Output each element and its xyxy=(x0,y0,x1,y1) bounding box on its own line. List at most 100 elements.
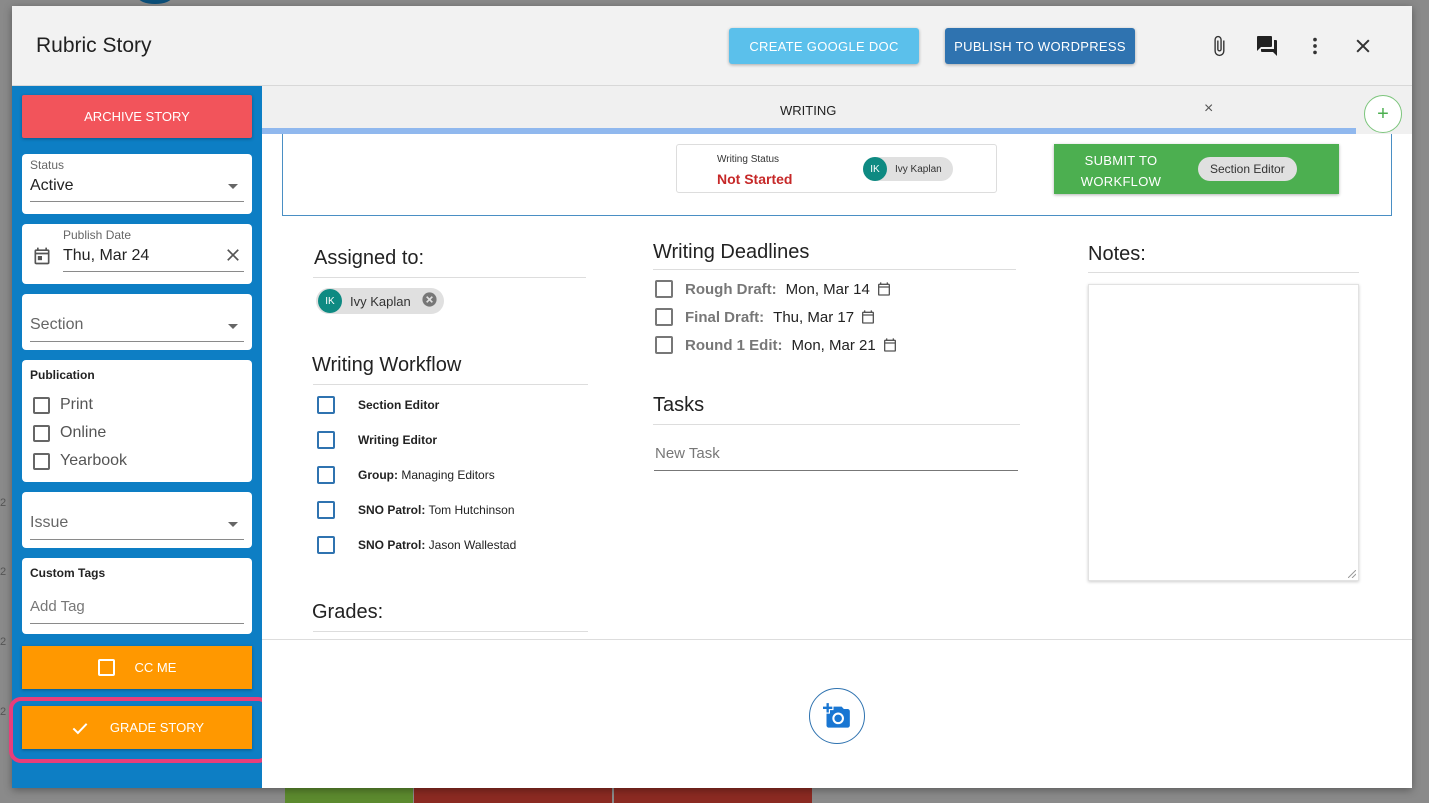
checkbox[interactable] xyxy=(317,466,335,484)
divider xyxy=(1088,272,1359,273)
assigned-user-name: Ivy Kaplan xyxy=(350,293,411,309)
workflow-item-name: Tom Hutchinson xyxy=(425,503,515,517)
workflow-item-role: Group: xyxy=(358,468,398,482)
background-cell xyxy=(414,788,612,803)
publish-date-field[interactable]: Publish Date Thu, Mar 24 xyxy=(22,224,252,284)
clear-date-icon[interactable] xyxy=(224,246,242,269)
publish-to-wordpress-button[interactable]: PUBLISH TO WORDPRESS xyxy=(945,28,1135,64)
publication-title: Publication xyxy=(30,368,95,382)
deadline-final-draft[interactable]: Final Draft: Thu, Mar 17 xyxy=(655,308,876,326)
workflow-item-role: SNO Patrol: xyxy=(358,538,426,552)
checkbox[interactable] xyxy=(317,431,335,449)
checkbox[interactable] xyxy=(33,424,50,442)
add-photo-button[interactable] xyxy=(809,688,865,744)
workflow-item[interactable]: SNO Patrol: Tom Hutchinson xyxy=(317,501,515,519)
field-underline xyxy=(30,341,244,342)
modal-title: Rubric Story xyxy=(36,34,152,57)
tab-bar: WRITING × + xyxy=(262,86,1412,134)
modal-footer xyxy=(262,639,1412,788)
new-task-input[interactable]: New Task xyxy=(655,445,720,462)
issue-placeholder: Issue xyxy=(30,514,69,531)
workflow-target-chip[interactable]: Section Editor xyxy=(1198,157,1297,181)
avatar: IK xyxy=(318,289,342,313)
modal-header: Rubric Story CREATE GOOGLE DOC PUBLISH T… xyxy=(12,6,1412,86)
assigned-to-heading: Assigned to: xyxy=(314,247,425,269)
background-text: 2 xyxy=(0,497,7,509)
checkbox[interactable] xyxy=(317,536,335,554)
notes-heading: Notes: xyxy=(1088,243,1146,265)
create-google-doc-button[interactable]: CREATE GOOGLE DOC xyxy=(729,28,919,64)
story-sidebar: ARCHIVE STORY Status Active Publish Date… xyxy=(9,86,270,788)
field-underline xyxy=(63,271,244,272)
workflow-item-name: Managing Editors xyxy=(398,468,495,482)
publication-yearbook-checkbox[interactable]: Yearbook xyxy=(33,452,127,470)
notes-textarea[interactable] xyxy=(1088,284,1359,581)
tab-writing[interactable]: WRITING xyxy=(780,103,836,118)
calendar-icon[interactable] xyxy=(860,309,876,325)
checkbox[interactable] xyxy=(655,280,673,298)
checkbox[interactable] xyxy=(33,396,50,414)
workflow-item[interactable]: Group: Managing Editors xyxy=(317,466,495,484)
section-placeholder: Section xyxy=(30,316,84,333)
calendar-icon[interactable] xyxy=(32,246,52,271)
tab-close-icon[interactable]: × xyxy=(1204,100,1213,118)
workflow-item[interactable]: SNO Patrol: Jason Wallestad xyxy=(317,536,516,554)
close-icon[interactable] xyxy=(1349,32,1377,60)
custom-tags-card: Custom Tags Add Tag xyxy=(22,558,252,634)
checkbox[interactable] xyxy=(317,501,335,519)
section-select[interactable]: Section xyxy=(22,294,252,350)
publication-online-checkbox[interactable]: Online xyxy=(33,424,106,442)
deadline-name: Rough Draft: xyxy=(685,280,777,298)
deadline-round-1-edit[interactable]: Round 1 Edit: Mon, Mar 21 xyxy=(655,336,898,354)
publication-card: Publication Print Online Yearbook xyxy=(22,360,252,482)
deadline-rough-draft[interactable]: Rough Draft: Mon, Mar 14 xyxy=(655,280,892,298)
story-modal: Rubric Story CREATE GOOGLE DOC PUBLISH T… xyxy=(9,6,1412,788)
add-tab-button[interactable]: + xyxy=(1364,95,1402,133)
grades-heading: Grades: xyxy=(312,601,384,623)
checkbox[interactable] xyxy=(655,336,673,354)
resize-handle-icon[interactable] xyxy=(1348,570,1356,578)
checkbox[interactable] xyxy=(97,659,115,676)
divider xyxy=(313,277,586,278)
archive-story-button[interactable]: ARCHIVE STORY xyxy=(22,95,252,138)
grade-story-button[interactable]: GRADE STORY xyxy=(22,706,252,749)
background-cell xyxy=(285,788,413,803)
publication-print-checkbox[interactable]: Print xyxy=(33,396,93,414)
checkbox-label: Yearbook xyxy=(60,452,128,469)
writing-deadlines-heading: Writing Deadlines xyxy=(653,241,810,263)
workflow-item[interactable]: Writing Editor xyxy=(317,431,437,449)
deadline-date[interactable]: Thu, Mar 17 xyxy=(773,309,854,326)
workflow-item[interactable]: Section Editor xyxy=(317,396,439,414)
background-text: 2 xyxy=(0,636,7,648)
divider xyxy=(653,424,1020,425)
background-cell xyxy=(614,788,812,803)
paperclip-icon[interactable] xyxy=(1205,32,1233,60)
chevron-down-icon xyxy=(228,522,238,527)
status-select[interactable]: Status Active xyxy=(22,154,252,214)
more-vert-icon[interactable] xyxy=(1301,32,1329,60)
workflow-item-role: Section Editor xyxy=(358,398,440,412)
tasks-heading: Tasks xyxy=(653,394,705,416)
avatar: IK xyxy=(863,157,887,181)
chat-icon[interactable] xyxy=(1253,32,1281,60)
deadline-name: Round 1 Edit: xyxy=(685,336,783,354)
submit-to-workflow-button[interactable]: SUBMIT TO WORKFLOW Section Editor xyxy=(1054,144,1339,194)
checkbox[interactable] xyxy=(317,396,335,414)
deadline-date[interactable]: Mon, Mar 21 xyxy=(792,337,876,354)
add-photo-icon xyxy=(823,703,850,728)
checkbox[interactable] xyxy=(655,308,673,326)
add-tag-input[interactable]: Add Tag xyxy=(30,598,85,615)
checkbox-label: Online xyxy=(60,424,107,441)
calendar-icon[interactable] xyxy=(876,281,892,297)
checkbox[interactable] xyxy=(33,452,50,470)
deadline-date[interactable]: Mon, Mar 14 xyxy=(786,281,870,298)
remove-user-icon[interactable] xyxy=(421,291,438,311)
submit-label: SUBMIT TO WORKFLOW xyxy=(1080,153,1162,189)
checkmark-icon xyxy=(72,722,88,734)
divider xyxy=(653,269,1016,270)
issue-select[interactable]: Issue xyxy=(22,492,252,548)
background-avatar xyxy=(138,0,172,4)
background-text: 2 xyxy=(0,566,7,578)
calendar-icon[interactable] xyxy=(882,337,898,353)
cc-me-button[interactable]: CC ME xyxy=(22,646,252,689)
